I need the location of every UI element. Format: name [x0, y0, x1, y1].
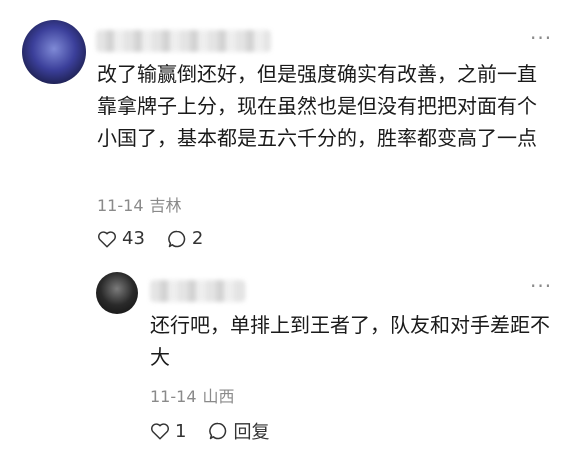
reply-date: 11-14 — [150, 387, 197, 406]
reply-text: 还行吧，单排上到王者了，队友和对手差距不大 — [150, 313, 550, 369]
comment-date: 11-14 — [97, 196, 144, 215]
reply-button-label: 回复 — [233, 422, 270, 443]
reply-username-blurred[interactable] — [150, 280, 245, 302]
reply-count-button[interactable]: 2 — [167, 228, 203, 249]
reply-actions: 1 回复 — [150, 418, 269, 444]
reply-button[interactable]: 回复 — [208, 418, 269, 444]
comment-actions: 43 2 — [97, 228, 203, 249]
comment-bubble-icon — [209, 422, 227, 440]
reply-more-dots-icon[interactable]: ··· — [530, 276, 552, 296]
username-blurred[interactable] — [96, 30, 271, 52]
heart-icon — [98, 230, 116, 248]
avatar[interactable] — [22, 20, 86, 84]
comment-text: 改了输赢倒还好，但是强度确实有改善，之前一直靠拿牌子上分，现在虽然也是但没有把把… — [97, 62, 537, 150]
comment-bubble-icon — [168, 230, 186, 247]
like-count: 43 — [122, 228, 145, 249]
reply-location: 山西 — [202, 387, 235, 406]
heart-icon — [151, 423, 169, 440]
reply-meta: 11-14 山西 — [150, 383, 235, 407]
comment-location: 吉林 — [149, 196, 182, 215]
reply-avatar[interactable] — [96, 272, 138, 314]
comment-meta: 11-14 吉林 — [97, 192, 182, 216]
reply-count: 2 — [191, 228, 204, 249]
more-dots-icon[interactable]: ··· — [530, 28, 552, 48]
reply-like-button[interactable]: 1 — [150, 421, 186, 442]
like-button[interactable]: 43 — [97, 228, 145, 249]
reply-like-count: 1 — [175, 420, 187, 442]
